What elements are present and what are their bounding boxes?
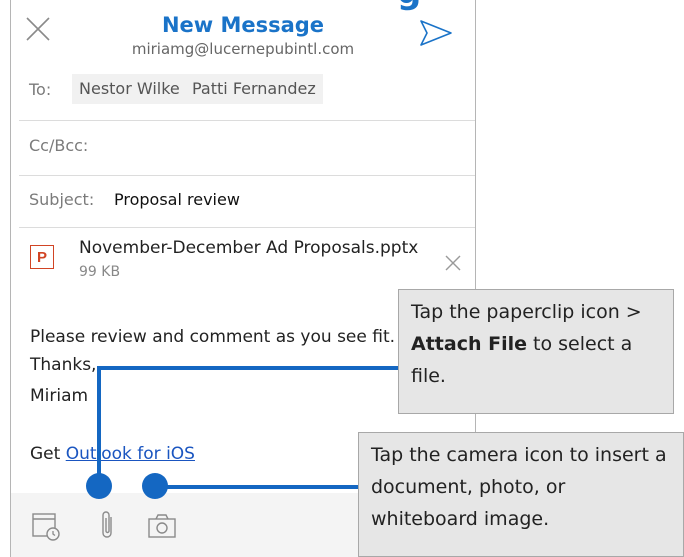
subject-field[interactable]: Subject: Proposal review <box>19 175 475 228</box>
cc-bcc-field[interactable]: Cc/Bcc: <box>19 120 475 176</box>
send-icon[interactable] <box>419 18 453 48</box>
recipient-chip[interactable]: Nestor Wilke <box>72 74 187 104</box>
paperclip-callout: Tap the paperclip icon > Attach File to … <box>398 289 674 414</box>
compose-header: New Message miriamg@lucernepubintl.com <box>11 0 475 62</box>
camera-callout-dot <box>142 473 168 499</box>
attachment-size: 99 KB <box>79 264 121 280</box>
signature-line[interactable]: Get Outlook for iOS <box>30 444 195 464</box>
sender-account: miriamg@lucernepubintl.com <box>131 40 355 58</box>
powerpoint-file-icon: P <box>30 245 54 269</box>
recipient-chip[interactable]: Patti Fernandez <box>185 74 323 104</box>
body-line[interactable]: Miriam <box>30 386 88 406</box>
subject-value[interactable]: Proposal review <box>114 190 240 209</box>
paperclip-callout-dot <box>86 473 112 499</box>
calendar-icon[interactable] <box>31 509 61 541</box>
subject-label: Subject: <box>29 190 95 209</box>
to-field[interactable]: To: Nestor Wilke Patti Fernandez <box>19 62 475 121</box>
remove-attachment-icon[interactable] <box>444 254 462 272</box>
callout-connector <box>97 366 101 476</box>
callout-connector <box>155 485 360 489</box>
camera-callout: Tap the camera icon to insert a document… <box>358 432 684 557</box>
attachment-name: November-December Ad Proposals.pptx <box>79 238 419 258</box>
to-label: To: <box>29 80 52 99</box>
attachment-item[interactable]: P November-December Ad Proposals.pptx 99… <box>19 227 475 297</box>
attach-file-emphasis: Attach File <box>411 333 527 355</box>
callout-connector <box>97 366 403 370</box>
compose-title: New Message <box>161 13 325 37</box>
outlook-ios-link[interactable]: Outlook for iOS <box>66 444 195 464</box>
body-line[interactable]: Thanks, <box>30 355 96 375</box>
callout-text: Tap the paperclip icon > <box>411 301 642 323</box>
body-line[interactable]: Please review and comment as you see fit… <box>30 327 395 347</box>
cc-bcc-label: Cc/Bcc: <box>29 136 89 155</box>
paperclip-icon[interactable] <box>93 509 123 541</box>
camera-icon[interactable] <box>147 509 177 541</box>
signature-prefix: Get <box>30 444 66 464</box>
